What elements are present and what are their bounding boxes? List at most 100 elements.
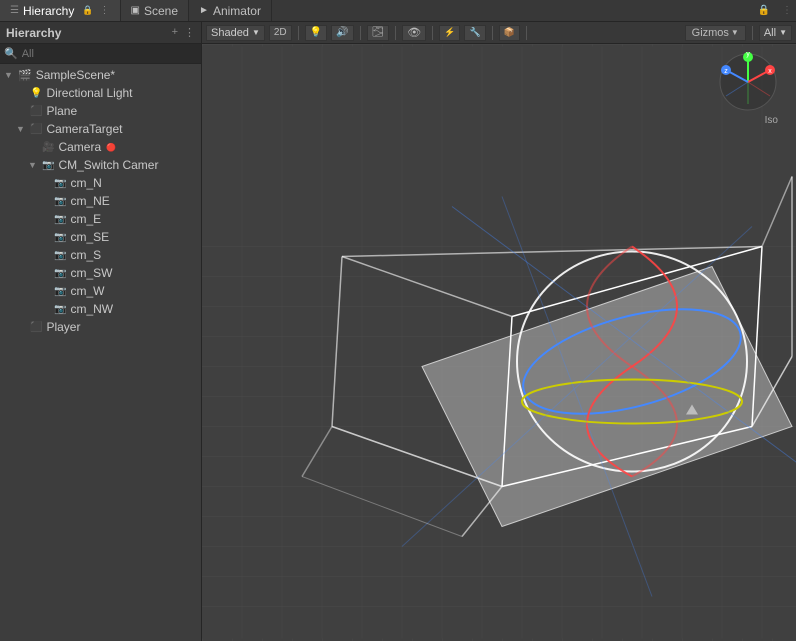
shading-arrow: ▼ (252, 28, 260, 37)
hierarchy-search-bar: 🔍 (0, 44, 201, 64)
icon-cm-n: 📷 (54, 178, 66, 189)
all-arrow: ▼ (779, 28, 787, 37)
label-cm-n: cm_N (70, 176, 101, 190)
tree-item-cm-n[interactable]: ▶ 📷 cm_N (0, 174, 201, 192)
arrow-cm-switch: ▼ (28, 160, 40, 170)
tree-item-sample-scene[interactable]: ▼ 🎬 SampleScene* ⋮ (0, 66, 201, 84)
tree-item-cm-e[interactable]: ▶ 📷 cm_E (0, 210, 201, 228)
effects-button[interactable]: 🌫 (367, 25, 390, 41)
icon-player: ⬛ (30, 322, 42, 333)
mode-2d-button[interactable]: 2D (269, 25, 292, 41)
scene-toolbar: Shaded ▼ 2D 💡 🔊 🌫 👁 (202, 22, 796, 44)
tree-item-player[interactable]: ▶ ⬛ Player (0, 318, 201, 336)
hierarchy-options-icon[interactable]: ⋮ (184, 26, 195, 39)
icon-camera-target: ⬛ (30, 124, 42, 135)
icon-cm-se: 📷 (54, 232, 66, 243)
label-cm-e: cm_E (70, 212, 101, 226)
tree-item-camera-target[interactable]: ▼ ⬛ CameraTarget (0, 120, 201, 138)
tab-hierarchy[interactable]: ☰ Hierarchy 🔒 ⋮ (0, 0, 121, 21)
scene-canvas[interactable]: y x z Iso (202, 44, 796, 641)
audio-button[interactable]: 🔊 (331, 25, 353, 41)
tree-item-cm-s[interactable]: ▶ 📷 cm_S (0, 246, 201, 264)
icon-cm-switch: 📷 (42, 160, 54, 171)
animator-icon: ► (199, 5, 209, 16)
separator-3 (395, 26, 396, 40)
separator-4 (432, 26, 433, 40)
label-camera: Camera (58, 140, 101, 154)
search-icon: 🔍 (4, 47, 18, 60)
visibility-button[interactable]: 👁 (402, 25, 426, 41)
shading-label: Shaded (211, 27, 249, 39)
separator-7 (752, 26, 753, 40)
hierarchy-lock-icon: 🔒 (82, 5, 93, 16)
gizmos-label: Gizmos (692, 27, 729, 39)
all-dropdown[interactable]: All ▼ (759, 25, 792, 41)
extra-btn-2[interactable]: 🔧 (464, 25, 485, 41)
shading-dropdown[interactable]: Shaded ▼ (206, 25, 265, 41)
gizmos-dropdown[interactable]: Gizmos ▼ (685, 25, 746, 41)
label-cm-s: cm_S (70, 248, 101, 262)
extra-btn-1[interactable]: ⚡ (439, 25, 460, 41)
icon-cm-nw: 📷 (54, 304, 66, 315)
label-cm-se: cm_SE (70, 230, 109, 244)
svg-text:y: y (746, 52, 750, 58)
icon-cm-w: 📷 (54, 286, 66, 297)
tab-scene-label: Scene (144, 4, 178, 18)
mode-2d-label: 2D (274, 27, 287, 38)
tab-animator[interactable]: ► Animator (189, 0, 272, 21)
main-layout: Hierarchy + ⋮ 🔍 ▼ 🎬 SampleScene* ⋮ ▶ 💡 D… (0, 22, 796, 641)
scene-more-icon: ⋮ (782, 5, 792, 16)
effects-icon: 🌫 (372, 27, 385, 38)
icon-cm-s: 📷 (54, 250, 66, 261)
icon-sample-scene: 🎬 (18, 69, 32, 82)
hierarchy-add-icon[interactable]: + (172, 26, 178, 39)
hierarchy-more-icon[interactable]: ⋮ (100, 5, 110, 16)
label-cm-w: cm_W (70, 284, 104, 298)
arrow-sample-scene: ▼ (4, 70, 16, 80)
icon-plane: ⬛ (30, 106, 42, 117)
icon-camera: 🎥 (42, 142, 54, 153)
tree-item-cm-nw[interactable]: ▶ 📷 cm_NW (0, 300, 201, 318)
tree-item-cm-ne[interactable]: ▶ 📷 cm_NE (0, 192, 201, 210)
separator-1 (298, 26, 299, 40)
icon-directional-light: 💡 (30, 88, 42, 99)
scene-tab-panel: ▣ Scene ► Animator 🔒 ⋮ (121, 0, 796, 21)
scene-lock-btn[interactable]: 🔒 (750, 0, 778, 21)
extra-btn-3[interactable]: 📦 (499, 25, 520, 41)
label-player: Player (46, 320, 80, 334)
tree-item-cm-switch-camera[interactable]: ▼ 📷 CM_Switch Camer (0, 156, 201, 174)
iso-label[interactable]: Iso (765, 115, 778, 126)
gizmo-svg: y x z (708, 52, 788, 112)
tab-hierarchy-label: Hierarchy (23, 4, 74, 18)
arrow-camera-target: ▼ (16, 124, 28, 134)
tree-item-camera[interactable]: ▶ 🎥 Camera 🔴 (0, 138, 201, 156)
gizmo-widget[interactable]: y x z Iso (708, 52, 788, 122)
tree-item-cm-sw[interactable]: ▶ 📷 cm_SW (0, 264, 201, 282)
scene-3d-view (202, 44, 796, 641)
label-cm-sw: cm_SW (70, 266, 112, 280)
tree-item-plane[interactable]: ▶ ⬛ Plane (0, 102, 201, 120)
badge-camera: 🔴 (106, 143, 116, 152)
tree-item-directional-light[interactable]: ▶ 💡 Directional Light (0, 84, 201, 102)
hierarchy-tab-panel: ☰ Hierarchy 🔒 ⋮ (0, 0, 121, 21)
tree-item-cm-se[interactable]: ▶ 📷 cm_SE (0, 228, 201, 246)
tab-scene[interactable]: ▣ Scene (121, 0, 189, 21)
gizmos-arrow: ▼ (731, 28, 739, 37)
lighting-button[interactable]: 💡 (305, 25, 327, 41)
separator-6 (526, 26, 527, 40)
search-input[interactable] (22, 48, 197, 60)
label-camera-target: CameraTarget (46, 122, 122, 136)
scene-more-btn[interactable]: ⋮ (778, 0, 796, 21)
tree-item-cm-w[interactable]: ▶ 📷 cm_W (0, 282, 201, 300)
hierarchy-menu-icon: ☰ (10, 5, 19, 16)
label-plane: Plane (46, 104, 77, 118)
svg-text:x: x (768, 68, 772, 75)
separator-2 (360, 26, 361, 40)
lighting-icon: 💡 (310, 27, 322, 38)
separator-5 (492, 26, 493, 40)
all-label: All (764, 27, 776, 39)
scene-lock-icon: 🔒 (758, 5, 770, 16)
svg-text:z: z (724, 68, 728, 75)
label-cm-switch: CM_Switch Camer (58, 158, 158, 172)
hierarchy-tree: ▼ 🎬 SampleScene* ⋮ ▶ 💡 Directional Light… (0, 64, 201, 641)
